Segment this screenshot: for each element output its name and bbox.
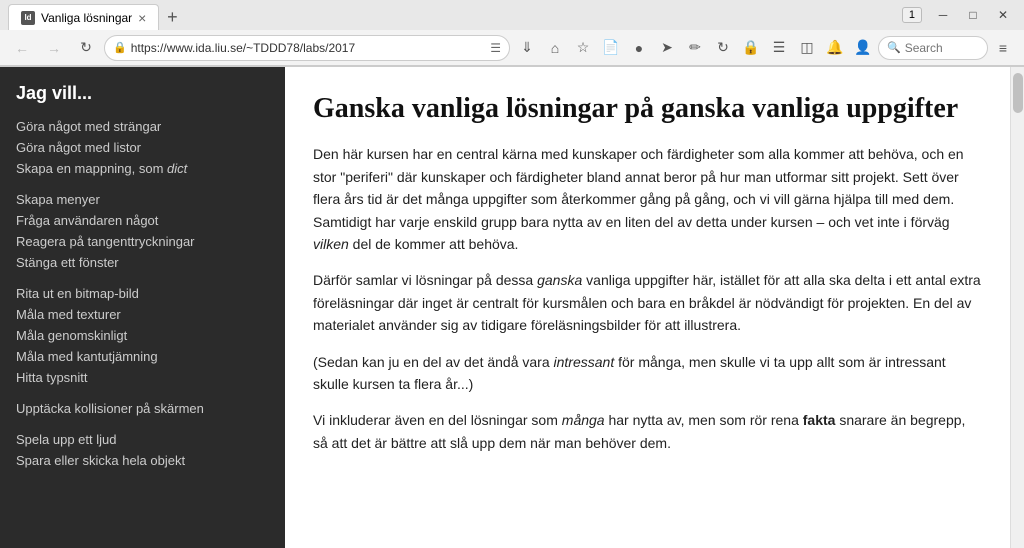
- sidebar-item-texturer[interactable]: Måla med texturer: [0, 304, 285, 325]
- sidebar-item-spara[interactable]: Spara eller skicka hela objekt: [0, 450, 285, 471]
- download-icon[interactable]: ⇓: [514, 35, 540, 61]
- scrollbar-thumb[interactable]: [1013, 73, 1023, 113]
- address-bar: ← → ↻ 🔒 https://www.ida.liu.se/~TDDD78/l…: [0, 30, 1024, 66]
- sidebar-item-kantutjamning[interactable]: Måla med kantutjämning: [0, 346, 285, 367]
- person-icon[interactable]: 👤: [850, 35, 876, 61]
- sidebar-item-ljud[interactable]: Spela upp ett ljud: [0, 429, 285, 450]
- new-tab-button[interactable]: +: [159, 4, 185, 30]
- lock2-icon[interactable]: 🔒: [738, 35, 764, 61]
- paragraph-2: Därför samlar vi lösningar på dessa gans…: [313, 269, 982, 336]
- tab-label: Vanliga lösningar: [41, 11, 132, 25]
- sidebar-title: Jag vill...: [0, 83, 285, 116]
- arrow-icon[interactable]: ➤: [654, 35, 680, 61]
- sidebar-item-strangar[interactable]: Göra något med strängar: [0, 116, 285, 137]
- pin-icon[interactable]: ✏: [682, 35, 708, 61]
- close-window-button[interactable]: ✕: [990, 4, 1016, 26]
- back-button[interactable]: ←: [8, 34, 36, 62]
- lock-icon: 🔒: [113, 41, 127, 54]
- search-icon: 🔍: [887, 41, 901, 54]
- sidebar-divider-2: [0, 273, 285, 283]
- page-body: Jag vill... Göra något med strängar Göra…: [0, 67, 1024, 548]
- sidebar-item-menyer[interactable]: Skapa menyer: [0, 189, 285, 210]
- menu-button[interactable]: ≡: [990, 35, 1016, 61]
- sidebar-item-typsnitt[interactable]: Hitta typsnitt: [0, 367, 285, 388]
- sidebar-item-bitmap[interactable]: Rita ut en bitmap-bild: [0, 283, 285, 304]
- url-bar-icons: ☰: [490, 41, 501, 55]
- sidebar-item-tangenttryckningar[interactable]: Reagera på tangenttryckningar: [0, 231, 285, 252]
- window-controls: 1 ─ □ ✕: [902, 4, 1016, 26]
- toolbar-icons: ⇓ ⌂ ☆ 📄 ● ➤ ✏ ↻ 🔒 ☰ ◫ 🔔 👤 🔍 ≡: [514, 35, 1016, 61]
- grid-icon[interactable]: ◫: [794, 35, 820, 61]
- title-bar: ld Vanliga lösningar × + 1 ─ □ ✕: [0, 0, 1024, 30]
- bell-icon[interactable]: 🔔: [822, 35, 848, 61]
- sidebar-item-mappning[interactable]: Skapa en mappning, som dict: [0, 158, 285, 179]
- reload-button[interactable]: ↻: [72, 34, 100, 62]
- sidebar-item-genomskinligt[interactable]: Måla genomskinligt: [0, 325, 285, 346]
- scrollbar-track[interactable]: [1010, 67, 1024, 548]
- active-tab[interactable]: ld Vanliga lösningar ×: [8, 4, 159, 30]
- sidebar-item-kollisioner[interactable]: Upptäcka kollisioner på skärmen: [0, 398, 285, 419]
- sidebar-item-fragaanvandaren[interactable]: Fråga användaren något: [0, 210, 285, 231]
- sidebar: Jag vill... Göra något med strängar Göra…: [0, 67, 285, 548]
- main-content: Ganska vanliga lösningar på ganska vanli…: [285, 67, 1010, 548]
- tab-favicon: ld: [21, 11, 35, 25]
- search-input[interactable]: [905, 41, 985, 55]
- tab-close-button[interactable]: ×: [138, 11, 146, 25]
- maximize-button[interactable]: □: [960, 4, 986, 26]
- search-box[interactable]: 🔍: [878, 36, 988, 60]
- paragraph-4: Vi inkluderar även en del lösningar som …: [313, 409, 982, 454]
- tab-count: 1: [902, 7, 922, 23]
- star-icon[interactable]: ☆: [570, 35, 596, 61]
- page-title: Ganska vanliga lösningar på ganska vanli…: [313, 91, 982, 127]
- paragraph-3: (Sedan kan ju en del av det ändå vara in…: [313, 351, 982, 396]
- history-icon[interactable]: 📄: [598, 35, 624, 61]
- url-bar[interactable]: 🔒 https://www.ida.liu.se/~TDDD78/labs/20…: [104, 35, 510, 61]
- sidebar-divider-1: [0, 179, 285, 189]
- sidebar-item-stanga[interactable]: Stänga ett fönster: [0, 252, 285, 273]
- minimize-button[interactable]: ─: [930, 4, 956, 26]
- reader-icon[interactable]: ☰: [490, 41, 501, 55]
- forward-button[interactable]: →: [40, 34, 68, 62]
- sidebar-divider-3: [0, 388, 285, 398]
- home-icon[interactable]: ⌂: [542, 35, 568, 61]
- url-text: https://www.ida.liu.se/~TDDD78/labs/2017: [131, 41, 487, 55]
- tab-bar: ld Vanliga lösningar × +: [8, 0, 185, 30]
- sidebar-item-listor[interactable]: Göra något med listor: [0, 137, 285, 158]
- browser-chrome: ld Vanliga lösningar × + 1 ─ □ ✕ ← → ↻ 🔒…: [0, 0, 1024, 67]
- refresh-icon[interactable]: ↻: [710, 35, 736, 61]
- paragraph-1: Den här kursen har en central kärna med …: [313, 143, 982, 255]
- list-icon[interactable]: ☰: [766, 35, 792, 61]
- sidebar-divider-4: [0, 419, 285, 429]
- shield-icon[interactable]: ●: [626, 35, 652, 61]
